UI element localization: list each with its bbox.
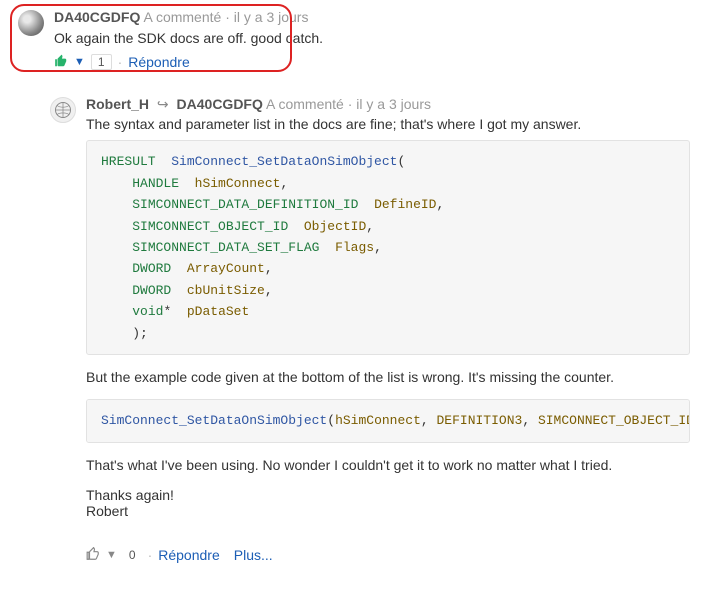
comment-actions: ▼ 1 · Répondre (54, 54, 690, 71)
paragraph: But the example code given at the bottom… (86, 369, 690, 385)
comment-actions: ▼ 0 · Répondre Plus... (86, 547, 690, 564)
reply-to-username[interactable]: DA40CGDFQ (177, 96, 263, 112)
action-text: A commenté · il y a 3 jours (266, 96, 431, 112)
comment-text: The syntax and parameter list in the doc… (86, 116, 690, 132)
separator: · (148, 547, 153, 563)
comment-header: Robert_H ↪ DA40CGDFQ A commenté · il y a… (86, 95, 690, 115)
signature: Thanks again! Robert (86, 487, 690, 519)
separator: · (118, 54, 123, 70)
code-block: SimConnect_SetDataOnSimObject(hSimConnec… (86, 399, 690, 442)
thumbs-up-icon[interactable] (54, 54, 68, 71)
more-link[interactable]: Plus... (234, 547, 273, 563)
reply-link[interactable]: Répondre (128, 54, 190, 70)
username-link[interactable]: Robert_H (86, 96, 149, 112)
reply-arrow-icon: ↪ (157, 96, 169, 112)
comment-header: DA40CGDFQ A commenté · il y a 3 jours (54, 8, 690, 28)
chevron-down-icon[interactable]: ▼ (74, 56, 85, 68)
avatar[interactable] (50, 97, 76, 123)
reply-link[interactable]: Répondre (158, 547, 220, 563)
username-link[interactable]: DA40CGDFQ (54, 9, 140, 25)
comment-text: Ok again the SDK docs are off. good catc… (54, 30, 690, 46)
paragraph: That's what I've been using. No wonder I… (86, 457, 690, 473)
action-text: A commenté · il y a 3 jours (143, 9, 308, 25)
vote-count: 0 (123, 548, 142, 562)
avatar[interactable] (18, 10, 44, 36)
thumbs-up-icon[interactable] (86, 547, 100, 564)
comment: DA40CGDFQ A commenté · il y a 3 jours Ok… (18, 8, 690, 71)
code-block: HRESULT SimConnect_SetDataOnSimObject( H… (86, 140, 690, 355)
vote-count: 1 (91, 54, 112, 70)
chevron-down-icon[interactable]: ▼ (106, 549, 117, 561)
comment: Robert_H ↪ DA40CGDFQ A commenté · il y a… (50, 95, 690, 564)
